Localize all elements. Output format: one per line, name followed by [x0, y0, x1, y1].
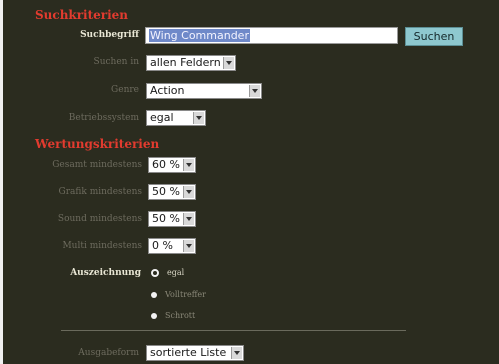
chevron-down-icon: [183, 186, 194, 198]
search-in-label: Suchen in: [93, 57, 139, 67]
rating-select-overall[interactable]: 60 %: [148, 157, 196, 173]
award-option-label: egal: [167, 268, 185, 277]
rating-label-overall: Gesamt mindestens: [52, 160, 142, 170]
genre-label: Genre: [111, 85, 139, 95]
chevron-down-icon: [223, 57, 234, 69]
rating-value-overall: 60 %: [152, 158, 180, 171]
award-option-label: Volltreffer: [165, 290, 206, 299]
rating-label-graphics: Grafik mindestens: [58, 187, 142, 197]
award-label: Auszeichnung: [70, 268, 141, 278]
chevron-down-icon: [183, 159, 194, 171]
output-label: Ausgabeform: [78, 348, 139, 358]
genre-select[interactable]: Action: [146, 83, 262, 99]
system-select[interactable]: egal: [146, 110, 206, 126]
award-option-label: Schrott: [165, 311, 196, 320]
rating-label-sound: Sound mindestens: [57, 214, 142, 224]
chevron-down-icon: [249, 85, 260, 97]
award-option-egal[interactable]: egal: [151, 268, 184, 277]
rating-value-sound: 50 %: [152, 212, 180, 225]
search-term-label: Suchbegriff: [80, 30, 139, 40]
rating-criteria-title: Wertungskriterien: [35, 137, 160, 151]
chevron-down-icon: [183, 240, 194, 252]
search-in-select[interactable]: allen Feldern: [146, 55, 236, 71]
chevron-down-icon: [231, 347, 242, 359]
system-label: Betriebssystem: [68, 113, 139, 123]
system-value: egal: [150, 111, 174, 124]
radio-icon: [151, 268, 159, 277]
rating-select-sound[interactable]: 50 %: [148, 211, 196, 227]
rating-value-graphics: 50 %: [152, 185, 180, 198]
rating-select-multi[interactable]: 0 %: [148, 238, 196, 254]
search-criteria-title: Suchkriterien: [35, 8, 129, 22]
chevron-down-icon: [183, 213, 194, 225]
output-value: sortierte Liste: [150, 346, 227, 359]
rating-label-multi: Multi mindestens: [62, 241, 142, 251]
search-button[interactable]: Suchen: [405, 27, 463, 46]
section-divider: [61, 330, 406, 331]
award-option-volltreffer[interactable]: Volltreffer: [151, 290, 206, 299]
search-form-panel: Suchkriterien Suchbegriff Wing Commander…: [0, 0, 499, 364]
output-select[interactable]: sortierte Liste: [146, 345, 244, 361]
award-option-schrott[interactable]: Schrott: [151, 311, 195, 320]
chevron-down-icon: [193, 112, 204, 124]
rating-select-graphics[interactable]: 50 %: [148, 184, 196, 200]
search-term-input[interactable]: Wing Commander: [145, 27, 398, 44]
radio-icon: [151, 291, 157, 298]
genre-value: Action: [150, 84, 185, 97]
radio-icon: [151, 312, 157, 319]
rating-value-multi: 0 %: [152, 239, 173, 252]
search-in-value: allen Feldern: [150, 56, 221, 69]
search-term-value: Wing Commander: [149, 29, 250, 42]
